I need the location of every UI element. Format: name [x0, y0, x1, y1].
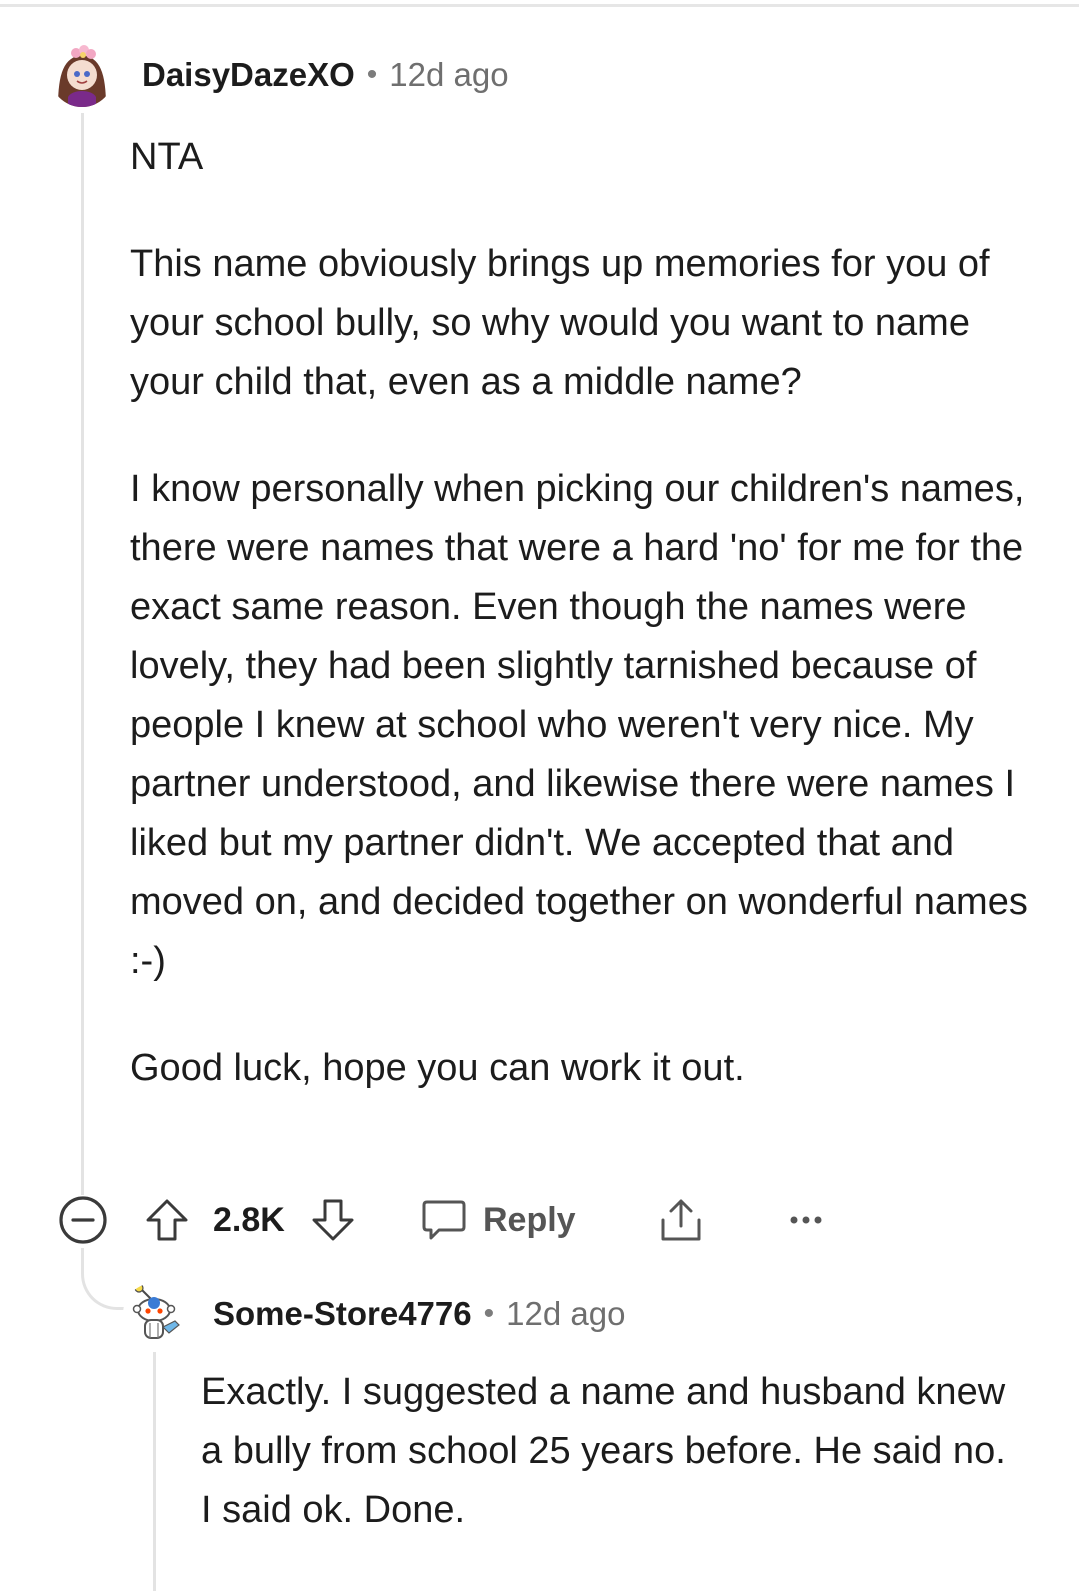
meta-separator: • — [483, 1297, 495, 1330]
more-options-button[interactable] — [781, 1190, 831, 1250]
minus-circle-icon — [59, 1196, 107, 1244]
username[interactable]: Some-Store4776 — [213, 1295, 472, 1333]
timestamp: 12d ago — [389, 56, 509, 93]
comment-paragraph: Exactly. I suggested a name and husband … — [201, 1371, 1006, 1531]
downvote-button[interactable] — [307, 1190, 359, 1250]
reply-comment-header: Some-Store4776 • 12d ago — [123, 1278, 625, 1350]
meta-separator: • — [366, 58, 378, 91]
comment-paragraph: This name obviously brings up memories f… — [130, 243, 990, 403]
user-avatar[interactable] — [123, 1283, 185, 1345]
reply-comment-body: Exactly. I suggested a name and husband … — [201, 1363, 1021, 1540]
vote-count: 2.8K — [213, 1201, 285, 1239]
comment-action-bar: 2.8K Reply — [55, 1190, 855, 1250]
reply-button[interactable]: Reply — [421, 1190, 591, 1250]
timestamp: 12d ago — [506, 1295, 626, 1332]
reply-label: Reply — [483, 1200, 576, 1239]
comment-body: NTA This name obviously brings up memori… — [130, 128, 1030, 1098]
thread-line[interactable] — [81, 113, 84, 1195]
top-divider — [0, 4, 1079, 7]
reply-thread-line[interactable] — [153, 1352, 156, 1591]
speech-bubble-icon — [422, 1200, 466, 1240]
comment-paragraph: I know personally when picking our child… — [130, 468, 1028, 982]
comment-header: DaisyDazeXO • 12d ago — [50, 38, 509, 112]
comment-paragraph: Good luck, hope you can work it out. — [130, 1047, 745, 1089]
share-upload-icon — [661, 1199, 701, 1241]
thread-branch-line — [81, 1248, 127, 1310]
arrow-down-outline-icon — [312, 1199, 354, 1241]
user-avatar[interactable] — [50, 43, 114, 107]
avatar-image — [123, 1283, 185, 1345]
ellipsis-icon — [790, 1216, 822, 1224]
share-button[interactable] — [653, 1190, 709, 1250]
arrow-up-outline-icon — [146, 1199, 188, 1241]
collapse-thread-button[interactable] — [55, 1190, 111, 1250]
upvote-button[interactable] — [141, 1190, 193, 1250]
comment-paragraph: NTA — [130, 136, 204, 178]
username[interactable]: DaisyDazeXO — [142, 56, 355, 94]
avatar-image — [50, 43, 114, 107]
